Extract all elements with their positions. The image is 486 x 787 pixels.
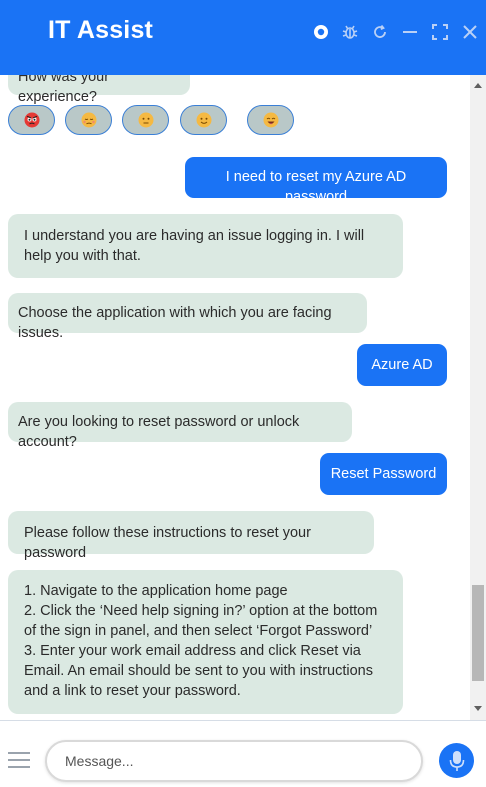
bot-message-text: I understand you are having an issue log… (24, 228, 365, 264)
user-message: Azure AD (357, 344, 447, 386)
happy-emoji-icon (196, 112, 211, 128)
instruction-step: 1. Navigate to the application home page (24, 583, 288, 599)
feedback-prompt-text: How was your experience? (18, 75, 110, 105)
bot-instructions-message: 1. Navigate to the application home page… (8, 570, 403, 714)
record-icon[interactable] (311, 22, 331, 42)
maximize-icon[interactable] (430, 22, 450, 42)
instruction-step: 2. Click the ‘Need help signing in?’ opt… (24, 603, 378, 639)
close-icon[interactable] (460, 22, 480, 42)
rating-sad-button[interactable] (65, 105, 112, 135)
bot-message: Please follow these instructions to rese… (8, 511, 374, 561)
message-composer (0, 720, 486, 787)
refresh-icon[interactable] (370, 22, 390, 42)
bot-message: I understand you are having an issue log… (8, 214, 403, 278)
scroll-up-icon[interactable] (473, 81, 483, 91)
user-message-text: I need to reset my Azure AD password (225, 169, 407, 205)
instruction-step: 3. Enter your work email address and cli… (24, 643, 373, 699)
bot-message: Choose the application with which you ar… (8, 293, 367, 341)
menu-icon[interactable] (8, 752, 30, 768)
feedback-prompt-bubble: How was your experience? (8, 75, 190, 105)
rating-very-happy-button[interactable] (247, 105, 294, 135)
microphone-button[interactable] (439, 743, 474, 778)
angry-emoji-icon (24, 112, 39, 128)
chat-scrollbar[interactable] (470, 75, 486, 720)
scroll-down-icon[interactable] (473, 703, 483, 713)
rating-neutral-button[interactable] (122, 105, 169, 135)
user-message: Reset Password (320, 453, 447, 495)
chat-transcript[interactable]: How was your experience? I need to reset… (0, 75, 486, 720)
user-message-text: Azure AD (371, 357, 433, 373)
user-message-text: Reset Password (330, 466, 437, 482)
very-happy-emoji-icon (263, 112, 278, 128)
rating-angry-button[interactable] (8, 105, 55, 135)
chat-header: IT Assist (0, 0, 486, 75)
minimize-icon[interactable] (400, 22, 420, 42)
neutral-emoji-icon (138, 112, 153, 128)
scrollbar-thumb[interactable] (472, 585, 484, 681)
message-input[interactable] (45, 740, 423, 782)
bug-icon[interactable] (340, 22, 360, 42)
bot-message: Are you looking to reset password or unl… (8, 402, 352, 450)
app-title: IT Assist (48, 16, 154, 44)
sad-emoji-icon (81, 112, 96, 128)
microphone-icon (449, 750, 464, 771)
bot-message-text: Choose the application with which you ar… (18, 305, 332, 341)
user-message: I need to reset my Azure AD password (185, 157, 447, 205)
rating-happy-button[interactable] (180, 105, 227, 135)
bot-message-text: Are you looking to reset password or unl… (18, 414, 300, 450)
bot-message-text: Please follow these instructions to rese… (24, 525, 311, 561)
